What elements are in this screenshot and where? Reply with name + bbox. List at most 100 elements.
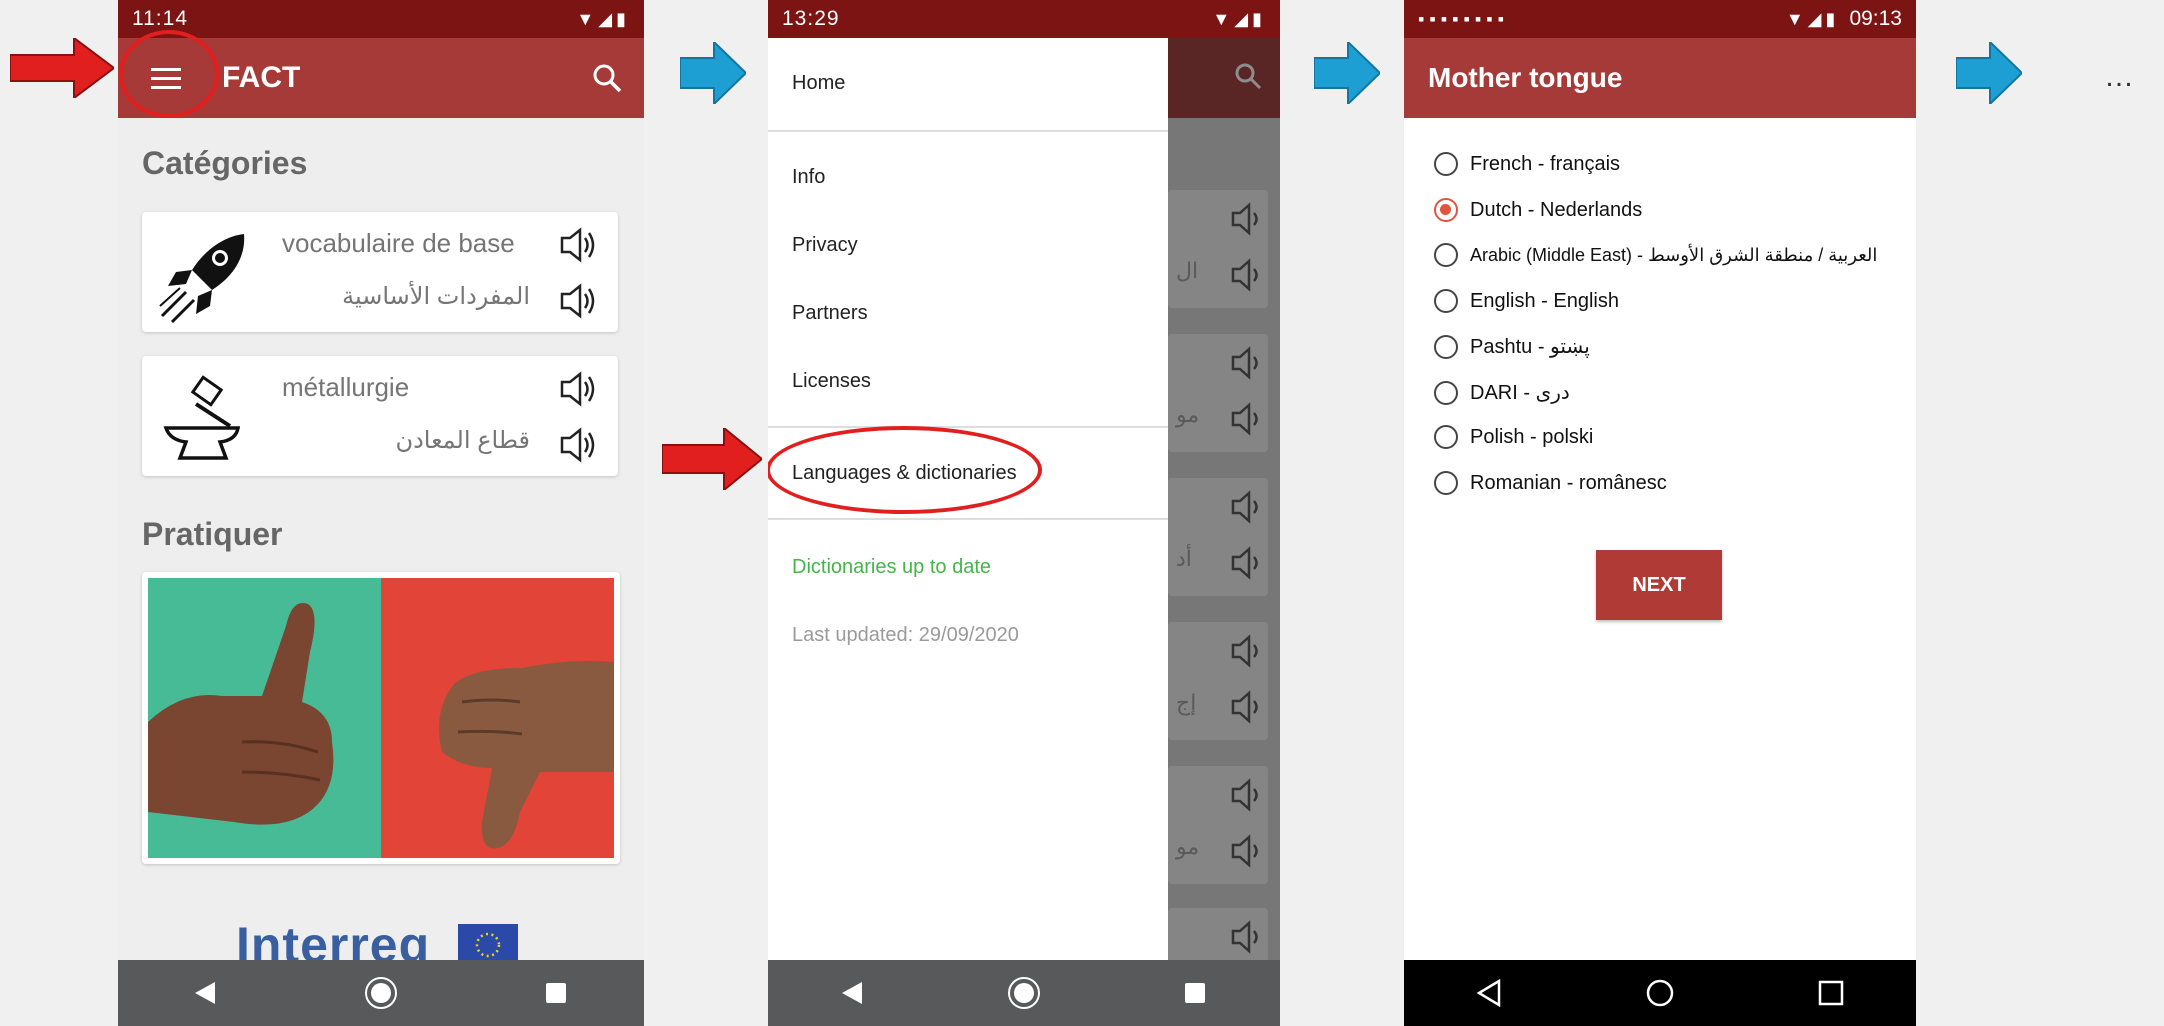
screen-mother-tongue: ▪▪▪▪▪▪▪▪ ▼◢▮ 09:13 Mother tongue French … [1404, 0, 1916, 1026]
sync-status: Dictionaries up to date [792, 556, 992, 578]
category-card[interactable]: vocabulaire de base المفردات الأساسية [142, 212, 618, 332]
language-option[interactable]: French - français [1434, 152, 1620, 176]
speaker-icon[interactable] [558, 426, 598, 464]
speaker-icon [1231, 258, 1258, 292]
language-option[interactable]: English - English [1434, 289, 1619, 313]
status-icons: ▼◢▮ [1785, 8, 1840, 29]
highlight-circle [119, 30, 219, 118]
next-button[interactable]: NEXT [1596, 550, 1722, 620]
app-title: FACT [222, 61, 301, 94]
recents-icon [1184, 983, 1205, 1003]
dimmed-app-bar [1168, 38, 1280, 118]
divider [768, 426, 1168, 428]
back-button[interactable] [1459, 963, 1519, 1023]
last-updated: Last updated: 29/09/2020 [792, 624, 1019, 646]
divider [768, 518, 1168, 520]
back-button[interactable] [823, 963, 883, 1023]
drawer-item-privacy[interactable]: Privacy [792, 234, 858, 257]
speaker-icon[interactable] [558, 370, 598, 408]
system-nav-bar [768, 960, 1280, 1026]
speaker-icon [1231, 346, 1258, 380]
category-title: métallurgie [282, 372, 410, 402]
blue-arrow-step-3 [1956, 42, 2022, 104]
speaker-icon [1231, 202, 1258, 236]
practice-heading: Pratiquer [142, 516, 283, 552]
recents-icon [546, 983, 567, 1003]
system-nav-bar [1404, 960, 1916, 1026]
status-notification-icons: ▪▪▪▪▪▪▪▪ [1418, 8, 1510, 29]
speaker-icon [1231, 546, 1258, 580]
radio-button[interactable] [1434, 289, 1458, 313]
page-title: Mother tongue [1428, 62, 1623, 93]
navigation-drawer: Home Info Privacy Partners Licenses Lang… [768, 38, 1168, 960]
category-translation: المفردات الأساسية [342, 283, 530, 310]
language-option[interactable]: Polish - polski [1434, 425, 1593, 449]
status-icons: ▼◢▮ [1212, 8, 1266, 29]
home-icon [1007, 977, 1040, 1009]
back-icon [194, 982, 215, 1004]
thumbs-image [148, 578, 614, 858]
practice-card[interactable] [142, 572, 620, 864]
speaker-icon [1231, 834, 1258, 868]
blue-arrow-step-2 [1314, 42, 1380, 104]
home-icon [364, 977, 397, 1009]
screen-drawer: 13:29 ▼◢▮ ال مو أد إج مو Home Info Priva… [768, 0, 1280, 1026]
radio-button-checked[interactable] [1434, 198, 1458, 222]
app-bar: Mother tongue [1404, 38, 1916, 118]
radio-button[interactable] [1434, 380, 1458, 405]
category-translation: قطاع المعادن [395, 427, 530, 454]
radio-button[interactable] [1434, 334, 1458, 359]
language-option[interactable]: DARI - دری [1434, 380, 1570, 405]
language-option[interactable]: Dutch - Nederlands [1434, 198, 1642, 222]
drawer-item-home[interactable]: Home [792, 72, 845, 95]
back-icon [842, 982, 863, 1004]
search-icon [1235, 63, 1262, 90]
radio-button[interactable] [1434, 152, 1458, 176]
recents-button[interactable] [526, 963, 586, 1023]
status-icons: ▼◢▮ [576, 8, 630, 29]
red-arrow-annotation [10, 38, 114, 98]
back-button[interactable] [176, 963, 236, 1023]
dimmed-content: ال مو أد إج مو [1168, 118, 1280, 968]
screen-home: 11:14 ▼◢▮ FACT Catégories vocabulaire de… [118, 0, 644, 1026]
speaker-icon [1231, 778, 1258, 812]
category-card[interactable]: métallurgie قطاع المعادن [142, 356, 618, 476]
search-icon[interactable] [592, 63, 622, 93]
drawer-item-licenses[interactable]: Licenses [792, 370, 871, 393]
status-time: 11:14 [132, 7, 188, 30]
speaker-icon [1231, 690, 1258, 724]
language-option[interactable]: Romanian - românesc [1434, 471, 1667, 495]
hammer-anvil-icon [163, 375, 241, 460]
recents-button[interactable] [1801, 963, 1861, 1023]
language-option[interactable]: Arabic (Middle East) - العربية / منطقة ا… [1434, 243, 1877, 267]
categories-heading: Catégories [142, 145, 308, 181]
recents-icon [1818, 980, 1843, 1006]
radio-button[interactable] [1434, 471, 1458, 495]
back-icon [1476, 979, 1501, 1007]
speaker-icon [1231, 490, 1258, 524]
home-button[interactable] [994, 963, 1054, 1023]
speaker-icon[interactable] [558, 226, 598, 264]
home-button[interactable] [1630, 963, 1690, 1023]
home-button[interactable] [351, 963, 411, 1023]
language-option[interactable]: Pashtu - پښتو [1434, 334, 1590, 359]
radio-button[interactable] [1434, 425, 1458, 449]
status-bar: ▪▪▪▪▪▪▪▪ ▼◢▮ 09:13 [1404, 0, 1916, 38]
drawer-item-info[interactable]: Info [792, 166, 825, 189]
status-time: 13:29 [782, 7, 840, 30]
category-title: vocabulaire de base [282, 228, 515, 258]
home-icon [1646, 979, 1674, 1007]
recents-button[interactable] [1165, 963, 1225, 1023]
status-bar: 11:14 ▼◢▮ [118, 0, 644, 38]
speaker-icon [1231, 634, 1258, 668]
speaker-icon[interactable] [558, 282, 598, 320]
speaker-icon [1231, 920, 1258, 954]
ellipsis: … [2104, 60, 2136, 93]
red-arrow-annotation-2 [662, 428, 762, 490]
radio-button[interactable] [1434, 243, 1458, 267]
divider [768, 130, 1168, 132]
speaker-icon [1231, 402, 1258, 436]
drawer-item-partners[interactable]: Partners [792, 302, 868, 325]
highlight-ellipse [768, 426, 1042, 514]
status-time: 09:13 [1849, 7, 1902, 30]
